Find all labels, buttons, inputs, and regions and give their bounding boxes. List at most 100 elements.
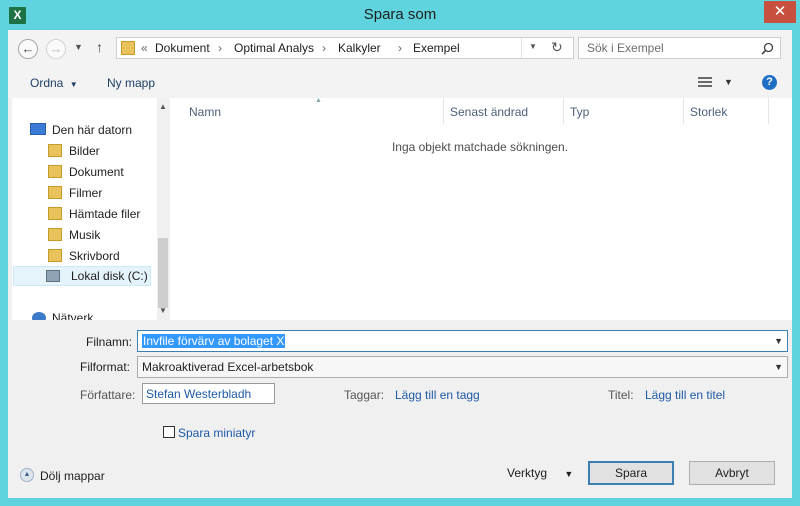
recent-locations-chevron-icon[interactable]: ▼ bbox=[74, 42, 83, 52]
downloads-folder-icon bbox=[48, 207, 62, 220]
view-details-icon[interactable] bbox=[698, 77, 712, 88]
breadcrumb-separator-icon[interactable]: › bbox=[398, 41, 402, 55]
address-divider bbox=[521, 38, 522, 58]
breadcrumb-optimal-analys[interactable]: Optimal Analys bbox=[234, 41, 314, 55]
nav-label: Filmer bbox=[69, 186, 103, 200]
chevron-down-icon[interactable]: ▼ bbox=[774, 336, 783, 346]
breadcrumb-separator-icon[interactable]: › bbox=[218, 41, 222, 55]
search-icon[interactable] bbox=[761, 42, 774, 55]
address-history-chevron-icon[interactable]: ▼ bbox=[529, 42, 537, 51]
title-bar: X Spara som ✕ bbox=[0, 0, 800, 30]
title-label: Titel: bbox=[608, 388, 634, 402]
filename-field[interactable]: Invfile förvärv av bolaget X ▼ bbox=[137, 330, 788, 352]
nav-label: Bilder bbox=[69, 144, 100, 158]
filename-label: Filnamn: bbox=[86, 335, 133, 349]
chevron-down-icon: ▼ bbox=[69, 80, 78, 89]
column-header-type[interactable]: Typ bbox=[570, 105, 589, 119]
column-separator[interactable] bbox=[563, 98, 564, 124]
empty-results-message: Inga objekt matchade sökningen. bbox=[391, 140, 569, 154]
nav-item-filmer[interactable]: Filmer bbox=[48, 183, 168, 203]
add-title-link[interactable]: Lägg till en titel bbox=[645, 388, 725, 402]
nav-label: Skrivbord bbox=[69, 249, 120, 263]
sort-ascending-icon: ▲ bbox=[315, 97, 322, 104]
save-button[interactable]: Spara bbox=[588, 461, 674, 485]
tags-label: Taggar: bbox=[344, 388, 385, 402]
author-input[interactable]: Stefan Westerbladh bbox=[146, 387, 251, 401]
column-header-name[interactable]: Namn bbox=[189, 105, 221, 119]
chevron-down-icon: ▼ bbox=[774, 362, 783, 372]
back-arrow-icon[interactable]: ← bbox=[18, 39, 38, 59]
nav-item-hamtade-filer[interactable]: Hämtade filer bbox=[48, 204, 168, 224]
help-icon[interactable]: ? bbox=[762, 75, 777, 90]
hard-drive-icon bbox=[46, 270, 60, 282]
search-box[interactable]: Sök i Exempel bbox=[578, 37, 781, 59]
author-field[interactable]: Stefan Westerbladh bbox=[142, 383, 275, 404]
nav-scrollbar[interactable]: ▲ ▼ bbox=[157, 98, 168, 320]
save-thumbnail-checkbox[interactable] bbox=[163, 426, 175, 438]
format-select[interactable]: Makroaktiverad Excel-arbetsbok ▼ bbox=[137, 356, 788, 378]
up-arrow-icon[interactable]: ↑ bbox=[96, 39, 103, 55]
file-list: ▲ Namn Senast ändrad Typ Storlek Inga ob… bbox=[170, 97, 792, 320]
breadcrumb-kalkyler[interactable]: Kalkyler bbox=[338, 41, 381, 55]
close-button[interactable]: ✕ bbox=[764, 1, 796, 23]
add-tag-link[interactable]: Lägg till en tagg bbox=[395, 388, 480, 402]
pictures-folder-icon bbox=[48, 144, 62, 157]
breadcrumb-dokument[interactable]: Dokument bbox=[155, 41, 210, 55]
desktop-folder-icon bbox=[48, 249, 62, 262]
organize-label: Ordna bbox=[30, 76, 64, 90]
videos-folder-icon bbox=[48, 186, 62, 199]
column-header-modified[interactable]: Senast ändrad bbox=[450, 105, 528, 119]
column-separator[interactable] bbox=[768, 98, 769, 124]
nav-label: Musik bbox=[69, 228, 101, 242]
network-icon bbox=[32, 312, 46, 320]
nav-item-network[interactable]: Nätverk bbox=[32, 308, 168, 320]
computer-icon bbox=[30, 123, 46, 135]
documents-folder-icon bbox=[48, 165, 62, 178]
dialog-body: ← → ▼ ↑ « Dokument › Optimal Analys › Ka… bbox=[8, 30, 792, 498]
folder-icon bbox=[121, 41, 135, 55]
format-label: Filformat: bbox=[80, 360, 131, 374]
window-title: Spara som bbox=[363, 6, 437, 23]
refresh-icon[interactable]: ↻ bbox=[551, 39, 563, 56]
format-value: Makroaktiverad Excel-arbetsbok bbox=[142, 360, 314, 374]
nav-item-local-disk[interactable]: Lokal disk (C:) bbox=[13, 266, 151, 286]
author-label: Författare: bbox=[80, 388, 136, 402]
breadcrumb-separator-icon[interactable]: › bbox=[322, 41, 326, 55]
tools-label: Verktyg bbox=[507, 466, 548, 480]
nav-label: Nätverk bbox=[52, 311, 94, 320]
scroll-down-arrow-icon[interactable]: ▼ bbox=[159, 306, 167, 315]
nav-label: Den här datorn bbox=[52, 123, 133, 137]
chevron-down-icon: ▼ bbox=[564, 469, 574, 479]
address-row: ← → ▼ ↑ « Dokument › Optimal Analys › Ka… bbox=[8, 30, 792, 68]
navigation-pane: Den här datorn Bilder Dokument Filmer Hä… bbox=[12, 98, 168, 320]
breadcrumb-exempel[interactable]: Exempel bbox=[413, 41, 460, 55]
tools-button[interactable]: Verktyg ▼ bbox=[507, 466, 573, 480]
breadcrumb-overflow[interactable]: « bbox=[141, 41, 148, 55]
column-header-size[interactable]: Storlek bbox=[690, 105, 727, 119]
save-form: Filnamn: Invfile förvärv av bolaget X ▼ … bbox=[8, 320, 792, 498]
hide-folders-button[interactable]: Dölj mappar bbox=[40, 469, 105, 483]
music-folder-icon bbox=[48, 228, 62, 241]
nav-item-bilder[interactable]: Bilder bbox=[48, 141, 168, 161]
nav-item-skrivbord[interactable]: Skrivbord bbox=[48, 246, 168, 266]
nav-item-musik[interactable]: Musik bbox=[48, 225, 168, 245]
nav-item-this-pc[interactable]: Den här datorn bbox=[30, 120, 168, 140]
new-folder-button[interactable]: Ny mapp bbox=[107, 76, 155, 90]
nav-item-dokument[interactable]: Dokument bbox=[48, 162, 168, 182]
nav-label: Dokument bbox=[69, 165, 124, 179]
collapse-up-icon[interactable]: ▲ bbox=[20, 468, 34, 482]
column-separator[interactable] bbox=[683, 98, 684, 124]
scroll-thumb[interactable] bbox=[158, 238, 168, 308]
save-thumbnail-label[interactable]: Spara miniatyr bbox=[178, 426, 255, 440]
nav-label: Hämtade filer bbox=[69, 207, 141, 221]
scroll-up-arrow-icon[interactable]: ▲ bbox=[159, 102, 167, 111]
forward-arrow-icon[interactable]: → bbox=[46, 39, 66, 59]
column-separator[interactable] bbox=[443, 98, 444, 124]
organize-menu-button[interactable]: Ordna ▼ bbox=[30, 76, 78, 90]
filename-input[interactable]: Invfile förvärv av bolaget X bbox=[142, 334, 286, 348]
address-bar[interactable]: « Dokument › Optimal Analys › Kalkyler ›… bbox=[116, 37, 574, 59]
view-options-chevron-icon[interactable]: ▼ bbox=[724, 77, 733, 87]
nav-label: Lokal disk (C:) bbox=[71, 269, 148, 283]
search-input[interactable]: Sök i Exempel bbox=[587, 41, 664, 55]
cancel-button[interactable]: Avbryt bbox=[689, 461, 775, 485]
